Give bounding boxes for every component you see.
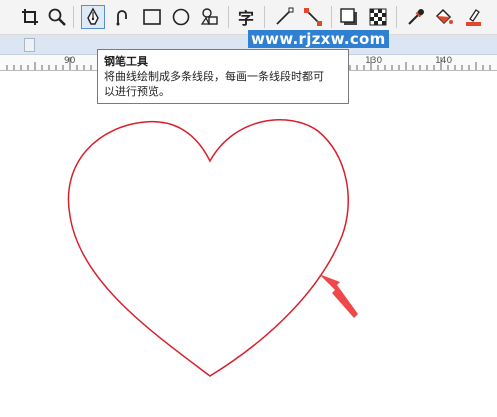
toolbar-separator bbox=[331, 6, 332, 28]
eyedropper-icon bbox=[408, 9, 424, 25]
connector-tool-button[interactable] bbox=[301, 5, 325, 29]
rectangle-icon bbox=[143, 9, 161, 25]
checkerboard-icon bbox=[369, 8, 387, 26]
drop-shadow-tool-button[interactable] bbox=[337, 5, 361, 29]
fill-tool-button[interactable] bbox=[432, 5, 456, 29]
pen-tool-tooltip: 钢笔工具 将曲线绘制成多条线段，每画一条线段时都可 以进行预览。 bbox=[97, 49, 349, 104]
freehand-tool-button[interactable] bbox=[110, 5, 134, 29]
ruler-label: 140 bbox=[435, 56, 453, 66]
line-tool-button[interactable] bbox=[272, 5, 296, 29]
toolbar-separator bbox=[73, 6, 74, 28]
pen-tool-button[interactable] bbox=[81, 5, 105, 29]
tooltip-title: 钢笔工具 bbox=[104, 55, 148, 68]
shape-tool-button[interactable] bbox=[198, 5, 222, 29]
ellipse-tool-button[interactable] bbox=[169, 5, 193, 29]
curve-hook-icon bbox=[116, 10, 127, 26]
property-bar-button[interactable] bbox=[24, 38, 35, 52]
diagonal-line-icon bbox=[276, 7, 294, 25]
shapes-icon bbox=[200, 8, 218, 25]
tooltip-description: 以进行预览。 bbox=[104, 85, 170, 98]
transparency-tool-button[interactable] bbox=[366, 5, 390, 29]
ruler-label: 90 bbox=[64, 56, 76, 66]
crop-icon bbox=[22, 9, 38, 25]
pointer-arrow bbox=[319, 274, 358, 318]
outline-tool-button[interactable] bbox=[461, 5, 485, 29]
site-watermark: www.rjzxw.com bbox=[248, 30, 389, 48]
outline-pen-icon bbox=[466, 9, 481, 26]
crop-tool-button[interactable] bbox=[18, 5, 42, 29]
tooltip-description: 将曲线绘制成多条线段，每画一条线段时都可 bbox=[104, 70, 324, 83]
heart-shape[interactable] bbox=[67, 119, 349, 377]
ruler-label: 130 bbox=[365, 56, 383, 66]
canvas-artwork bbox=[67, 119, 358, 377]
magnifier-icon bbox=[48, 8, 66, 26]
eyedropper-tool-button[interactable] bbox=[404, 5, 428, 29]
text-tool-button[interactable]: 字 bbox=[234, 5, 258, 29]
drop-shadow-icon bbox=[340, 8, 357, 25]
toolbar-separator bbox=[264, 6, 265, 28]
toolbar-separator bbox=[396, 6, 397, 28]
ellipse-icon bbox=[172, 8, 190, 26]
drawing-canvas[interactable] bbox=[0, 71, 497, 413]
pen-nib-icon bbox=[87, 7, 99, 25]
toolbar-separator bbox=[228, 6, 229, 28]
connector-icon bbox=[304, 8, 322, 26]
rectangle-tool-button[interactable] bbox=[140, 5, 164, 29]
zoom-tool-button[interactable] bbox=[45, 5, 69, 29]
paint-bucket-icon bbox=[435, 8, 453, 25]
